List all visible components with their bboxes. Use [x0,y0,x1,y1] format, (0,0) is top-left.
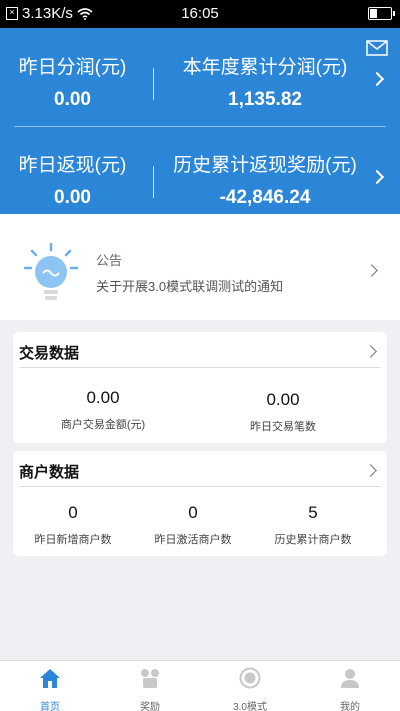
yesterday-cashback-value: 0.00 [54,187,91,208]
lightbulb-icon [23,242,79,300]
yesterday-trade-count-value: 0.00 [266,390,300,409]
total-merchants-caption: 历史累计商户数 [274,534,352,546]
activated-merchants: 0 昨日激活商户数 [133,503,253,547]
merchant-data-card: 商户数据 0 昨日新增商户数 0 昨日激活商户数 5 历史累计商户数 [13,451,387,556]
chevron-right-icon [369,169,385,185]
tab-reward-label: 奖励 [140,702,160,711]
cashback-row[interactable]: 昨日返现(元) 0.00 历史累计返现奖励(元) -42,846.24 [0,126,400,224]
tab-profile-label: 我的 [340,702,360,711]
year-profit-label: 本年度累计分润(元) [182,57,348,78]
home-icon [40,669,60,688]
yesterday-cashback-label: 昨日返现(元) [18,155,127,176]
profile-icon [341,669,359,688]
activated-merchants-value: 0 [188,503,198,522]
reward-icon [141,669,159,688]
summary-header: 昨日分润(元) 0.00 本年度累计分润(元) 1,135.82 昨日返现(元)… [0,28,400,214]
tab-home-label: 首页 [40,702,60,711]
profit-row[interactable]: 昨日分润(元) 0.00 本年度累计分润(元) 1,135.82 [0,28,400,126]
battery-icon [368,7,395,20]
chevron-right-icon[interactable] [364,345,377,358]
card-divider [19,367,381,368]
chevron-right-icon[interactable] [364,464,377,477]
new-merchants-caption: 昨日新增商户数 [34,534,112,546]
yesterday-profit-label: 昨日分润(元) [18,57,127,78]
vertical-divider [153,68,154,100]
yesterday-cashback: 昨日返现(元) 0.00 [0,154,145,212]
yesterday-profit-value: 0.00 [54,89,91,110]
status-bar: × 3.13K/s 16:05 [0,0,400,28]
chevron-right-icon [369,71,385,87]
new-merchants-value: 0 [68,503,78,522]
notice-text[interactable]: 关于开展3.0模式联调测试的通知 [96,276,283,295]
mode-icon [239,667,261,689]
merchant-trade-amount: 0.00 商户交易金额(元) [33,388,173,432]
trade-data-title[interactable]: 交易数据 [19,342,79,363]
year-profit-value: 1,135.82 [228,89,302,110]
tab-mode[interactable]: 3.0模式 [200,661,300,711]
tab-home[interactable]: 首页 [0,661,100,711]
yesterday-trade-count-caption: 昨日交易笔数 [250,421,316,433]
total-merchants-value: 5 [308,503,318,522]
merchant-data-title[interactable]: 商户数据 [19,461,79,482]
tab-reward[interactable]: 奖励 [100,661,200,711]
history-cashback-value: -42,846.24 [219,187,311,208]
total-merchants: 5 历史累计商户数 [253,503,373,547]
notice-banner[interactable]: 公告 关于开展3.0模式联调测试的通知 [0,214,400,320]
tab-profile[interactable]: 我的 [300,661,400,711]
year-profit: 本年度累计分润(元) 1,135.82 [165,56,365,114]
notice-title: 公告 [96,253,123,268]
chevron-right-icon [365,264,378,277]
activated-merchants-caption: 昨日激活商户数 [154,534,232,546]
status-time: 16:05 [181,5,219,22]
history-cashback: 历史累计返现奖励(元) -42,846.24 [165,154,365,212]
trade-data-card: 交易数据 0.00 商户交易金额(元) 0.00 昨日交易笔数 [13,332,387,443]
tab-mode-label: 3.0模式 [233,702,267,711]
history-cashback-label: 历史累计返现奖励(元) [173,155,357,176]
yesterday-trade-count: 0.00 昨日交易笔数 [213,390,353,434]
merchant-trade-amount-caption: 商户交易金额(元) [60,419,146,431]
vertical-divider [153,166,154,198]
bottom-tab-bar: 首页 奖励 3.0模式 我的 [0,660,400,711]
new-merchants: 0 昨日新增商户数 [13,503,133,547]
card-divider [19,486,381,487]
yesterday-profit: 昨日分润(元) 0.00 [0,56,145,114]
merchant-trade-amount-value: 0.00 [86,388,120,407]
